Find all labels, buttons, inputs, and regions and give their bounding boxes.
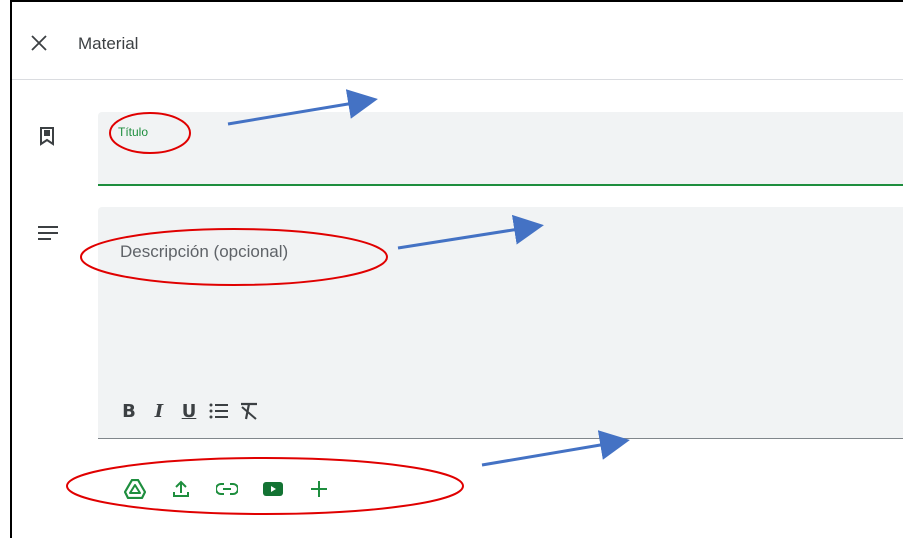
clear-formatting-button[interactable]	[234, 397, 264, 425]
clear-format-icon	[241, 402, 257, 420]
plus-icon	[311, 481, 327, 497]
upload-button[interactable]	[158, 474, 204, 504]
drive-icon	[124, 479, 146, 499]
list-icon	[209, 403, 228, 419]
underline-button[interactable]: U	[174, 397, 204, 425]
dialog-title: Material	[78, 34, 139, 53]
bookmark-icon	[40, 127, 54, 146]
upload-icon	[173, 480, 189, 497]
description-field[interactable]: Descripción (opcional) B I U	[98, 207, 903, 439]
subject-icon	[38, 226, 58, 240]
youtube-icon	[263, 482, 283, 496]
material-dialog: Material Título Descripción (opcional) B…	[10, 0, 903, 538]
attachment-toolbar	[112, 474, 342, 504]
create-button[interactable]	[296, 474, 342, 504]
title-field-label: Título	[118, 125, 149, 139]
italic-button[interactable]: I	[144, 397, 174, 425]
link-button[interactable]	[204, 474, 250, 504]
bold-button[interactable]: B	[114, 397, 144, 425]
youtube-button[interactable]	[250, 474, 296, 504]
drive-button[interactable]	[112, 474, 158, 504]
format-toolbar: B I U	[114, 397, 264, 425]
dialog-header: Material	[12, 2, 903, 80]
bulleted-list-button[interactable]	[204, 397, 234, 425]
close-button[interactable]	[26, 30, 52, 56]
close-icon	[31, 35, 47, 51]
title-field[interactable]: Título	[98, 112, 903, 186]
description-placeholder: Descripción (opcional)	[120, 242, 289, 261]
link-icon	[216, 483, 238, 495]
